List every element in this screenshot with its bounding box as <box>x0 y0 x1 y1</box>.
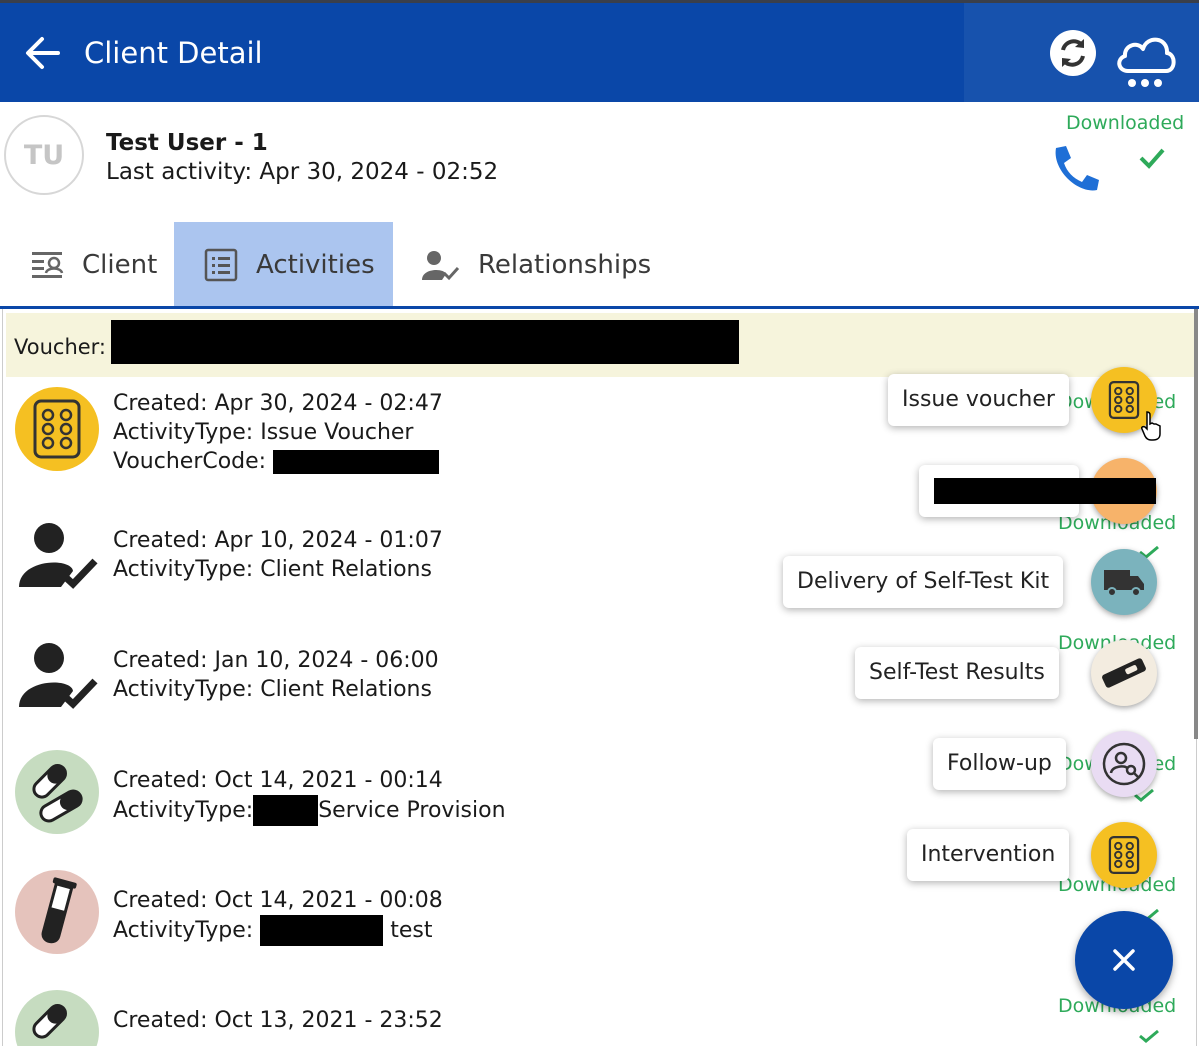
fab-menu-label-delivery[interactable]: Delivery of Self-Test Kit <box>783 556 1064 608</box>
fab-close-button[interactable] <box>1075 911 1173 1009</box>
call-button[interactable] <box>1048 142 1102 196</box>
client-name: Test User - 1 <box>106 130 268 156</box>
self-test-icon <box>1102 658 1146 688</box>
tab-bar: Client Activities Relationships <box>0 222 1199 308</box>
activity-icon <box>15 990 99 1046</box>
user-check-icon <box>19 643 98 709</box>
activity-created: Created: Apr 30, 2024 - 02:47 <box>113 391 443 416</box>
sync-button[interactable] <box>1050 30 1096 76</box>
activity-type-label: ActivityType: <box>113 420 254 445</box>
pills-icon <box>1108 380 1140 420</box>
follow-up-icon <box>1102 742 1146 786</box>
voucher-label: Voucher: <box>14 335 107 359</box>
activity-details: Created: Apr 10, 2024 - 01:07 ActivityTy… <box>113 526 443 584</box>
activity-created: Created: Oct 14, 2021 - 00:14 <box>113 768 443 793</box>
activity-details: Created: Jan 10, 2024 - 06:00 ActivityTy… <box>113 646 439 704</box>
fab-menu-label-follow-up[interactable]: Follow-up <box>933 738 1066 790</box>
client-profile-icon <box>32 252 64 278</box>
list-item[interactable]: Created: Oct 13, 2021 - 23:52 <box>11 989 711 1046</box>
capsules-icon <box>32 1004 67 1039</box>
check-icon <box>1139 1029 1159 1043</box>
cloud-sync-icon <box>1117 37 1176 87</box>
phone-icon <box>1055 146 1099 191</box>
mouse-cursor-icon <box>1141 411 1161 441</box>
app-bar: Client Detail <box>0 0 1199 102</box>
fab-delivery-self-test-kit[interactable] <box>1091 549 1157 615</box>
fab-menu-label-intervention[interactable]: Intervention <box>907 829 1070 881</box>
activity-icon <box>15 870 99 954</box>
activity-details: Created: Oct 14, 2021 - 00:14 ActivityTy… <box>113 766 506 826</box>
fab-follow-up[interactable] <box>1091 731 1157 797</box>
sync-icon <box>1061 39 1085 67</box>
activity-created: Created: Apr 10, 2024 - 01:07 <box>113 528 443 553</box>
tab-client-label: Client <box>82 250 158 280</box>
activity-type: Service Provision <box>318 797 506 823</box>
avatar: TU <box>4 115 84 195</box>
activity-type-row: ActivityType: Client Relations <box>113 675 439 704</box>
tab-client[interactable]: Client <box>30 222 170 308</box>
activity-type: Client Relations <box>260 557 432 582</box>
list-item[interactable]: Created: Oct 14, 2021 - 00:08 ActivityTy… <box>11 869 711 969</box>
client-header: TU Test User - 1 Last activity: Apr 30, … <box>0 102 1199 220</box>
list-icon <box>204 248 238 282</box>
activity-created: Created: Oct 13, 2021 - 23:52 <box>113 1008 443 1033</box>
pills-icon <box>1108 835 1140 875</box>
activity-type-label: ActivityType: <box>113 917 254 943</box>
user-check-icon <box>422 251 460 281</box>
voucher-bar: Voucher: <box>6 313 1196 377</box>
pills-icon <box>33 399 81 459</box>
redacted-activity-type <box>260 915 384 946</box>
sync-status: Downloaded <box>1066 112 1185 134</box>
close-icon <box>1113 949 1135 971</box>
last-activity: Last activity: Apr 30, 2024 - 02:52 <box>106 159 499 185</box>
capsules-icon <box>32 764 83 823</box>
activity-type: Issue Voucher <box>260 420 414 445</box>
activity-type: test <box>390 917 433 943</box>
redacted-voucher-code <box>273 450 440 474</box>
fab-menu-label-self-test-results[interactable]: Self-Test Results <box>855 647 1059 699</box>
fab-self-test-results[interactable] <box>1091 640 1157 706</box>
activity-created: Created: Oct 14, 2021 - 00:08 <box>113 888 443 913</box>
voucher-code-row: VoucherCode: <box>113 447 443 476</box>
activity-type-row: ActivityType: Issue Voucher <box>113 418 443 447</box>
activity-details: Created: Oct 13, 2021 - 23:52 <box>113 1006 443 1035</box>
fab-intervention[interactable] <box>1091 822 1157 888</box>
delivery-truck-icon <box>1104 570 1144 597</box>
activity-created: Created: Jan 10, 2024 - 06:00 <box>113 648 439 673</box>
activity-type-label: ActivityType: <box>113 797 254 823</box>
voucher-code-label: VoucherCode: <box>113 449 267 474</box>
tab-activities-label: Activities <box>256 250 375 280</box>
user-check-icon <box>19 523 98 589</box>
cloud-sync-button[interactable] <box>1112 29 1178 91</box>
list-item[interactable]: Created: Jan 10, 2024 - 06:00 ActivityTy… <box>11 634 711 724</box>
scrollbar[interactable] <box>1194 309 1198 739</box>
activity-details: Created: Apr 30, 2024 - 02:47 ActivityTy… <box>113 389 443 476</box>
activity-details: Created: Oct 14, 2021 - 00:08 ActivityTy… <box>113 886 443 946</box>
activity-icon <box>15 514 99 598</box>
list-item[interactable]: Created: Apr 30, 2024 - 02:47 ActivityTy… <box>11 385 711 485</box>
list-item[interactable]: Created: Oct 14, 2021 - 00:14 ActivityTy… <box>11 749 711 849</box>
tab-relationships-label: Relationships <box>478 250 652 280</box>
redacted-activity-type <box>253 795 319 826</box>
activity-type-row: ActivityType: Service Provision <box>113 795 506 826</box>
activity-type-label: ActivityType: <box>113 677 254 702</box>
check-icon <box>1139 148 1165 169</box>
list-item[interactable]: Created: Apr 10, 2024 - 01:07 ActivityTy… <box>11 514 711 604</box>
fab-menu-label-issue-voucher[interactable]: Issue voucher <box>888 374 1069 426</box>
activity-type-row: ActivityType: test <box>113 915 443 946</box>
back-button[interactable] <box>22 33 62 73</box>
activity-type-row: ActivityType: Client Relations <box>113 555 443 584</box>
activity-type: Client Relations <box>260 677 432 702</box>
tab-relationships[interactable]: Relationships <box>420 222 680 308</box>
tab-activities[interactable]: Activities <box>174 222 393 308</box>
arrow-left-icon <box>26 37 60 69</box>
redacted-menu-label <box>934 478 1156 504</box>
page-title: Client Detail <box>84 36 263 70</box>
redacted-voucher <box>111 320 739 364</box>
activity-icon <box>15 387 99 471</box>
test-tube-icon <box>41 877 77 944</box>
activity-icon <box>15 634 99 718</box>
activity-icon <box>15 750 99 834</box>
activity-type-label: ActivityType: <box>113 557 254 582</box>
